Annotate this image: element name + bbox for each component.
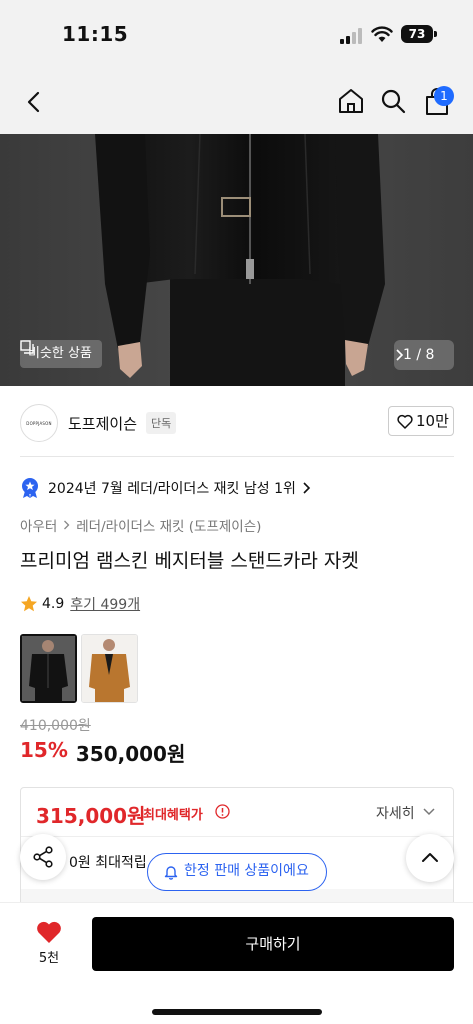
medal-icon bbox=[22, 478, 38, 498]
battery-cap bbox=[434, 31, 437, 37]
rating-score: 4.9 bbox=[42, 596, 65, 612]
bottom-purchase-bar: 5천 구매하기 bbox=[0, 902, 473, 1024]
max-benefit-header[interactable]: 315,000원 최대혜택가 자세히 bbox=[21, 788, 453, 836]
limited-sale-label: 한정 판매 상품이에요 bbox=[184, 863, 309, 879]
product-title: 프리미엄 램스킨 베지터블 스탠드카라 자켓 bbox=[20, 550, 359, 572]
product-image-carousel[interactable]: 비슷한 상품 1 / 8 bbox=[0, 134, 473, 386]
similar-products-button[interactable]: 비슷한 상품 bbox=[20, 340, 102, 368]
search-icon[interactable] bbox=[380, 88, 406, 114]
brand-logo[interactable]: DOPPJASON bbox=[20, 404, 58, 442]
color-option-black[interactable] bbox=[20, 634, 77, 703]
buy-button[interactable]: 구매하기 bbox=[92, 917, 454, 971]
cellular-signal-icon bbox=[340, 28, 362, 44]
discount-rate: 15% bbox=[20, 738, 68, 762]
battery-icon: 73 bbox=[401, 25, 433, 43]
status-bar: 11:15 73 bbox=[0, 0, 473, 70]
thumbnail-brown-jacket bbox=[82, 635, 137, 702]
sale-price-row: 15% 350,000원 bbox=[20, 738, 185, 767]
rating-row: 4.9 후기 499개 bbox=[20, 594, 140, 614]
heart-filled-icon[interactable] bbox=[36, 920, 62, 944]
sale-price: 350,000원 bbox=[75, 742, 186, 766]
breadcrumb-subcategory[interactable]: 레더/라이더스 재킷 (도프제이슨) bbox=[76, 515, 261, 535]
max-benefit-label: 최대혜택가 bbox=[143, 808, 203, 823]
cart-count-badge: 1 bbox=[434, 86, 454, 106]
ranking-text: 2024년 7월 레더/라이더스 재킷 남성 1위 bbox=[48, 481, 296, 497]
exclusive-badge: 단독 bbox=[146, 412, 177, 434]
original-price: 410,000원 bbox=[20, 718, 91, 734]
brand-row: DOPPJASON 도프제이슨 단독 10만 bbox=[0, 386, 473, 458]
share-button[interactable] bbox=[20, 834, 66, 880]
max-benefit-price: 315,000원 bbox=[36, 804, 146, 828]
status-time: 11:15 bbox=[62, 22, 129, 46]
brand-like-count: 10만 bbox=[416, 412, 449, 430]
info-icon[interactable] bbox=[215, 804, 230, 819]
max-points-text: 0원 최대적립 bbox=[69, 855, 147, 871]
share-icon bbox=[33, 846, 53, 868]
chevron-up-icon bbox=[422, 853, 438, 862]
scroll-top-button[interactable] bbox=[406, 834, 454, 882]
color-option-brown[interactable] bbox=[81, 634, 138, 703]
limited-sale-pill[interactable]: 한정 판매 상품이에요 bbox=[147, 853, 327, 891]
divider bbox=[20, 456, 454, 457]
star-icon bbox=[21, 596, 37, 612]
wifi-icon bbox=[371, 26, 393, 42]
review-count-link[interactable]: 후기 499개 bbox=[70, 594, 140, 614]
brand-like-button[interactable]: 10만 bbox=[388, 406, 454, 436]
image-pager-label: 1 / 8 bbox=[403, 347, 435, 363]
back-arrow-icon[interactable] bbox=[22, 90, 46, 114]
product-like-count: 5천 bbox=[38, 951, 60, 966]
stack-icon bbox=[20, 340, 34, 354]
thumbnail-black-jacket bbox=[22, 636, 75, 701]
image-pager[interactable]: 1 / 8 bbox=[394, 340, 454, 370]
ranking-link[interactable]: 2024년 7월 레더/라이더스 재킷 남성 1위 bbox=[20, 476, 311, 500]
similar-products-label: 비슷한 상품 bbox=[28, 346, 92, 361]
benefit-detail-toggle[interactable]: 자세히 bbox=[376, 803, 415, 823]
chevron-right-icon bbox=[64, 520, 70, 530]
divider bbox=[21, 836, 453, 837]
top-nav: 1 bbox=[0, 70, 473, 134]
breadcrumb-category[interactable]: 아우터 bbox=[20, 515, 57, 535]
brand-name[interactable]: 도프제이슨 bbox=[68, 413, 137, 434]
breadcrumb: 아우터 레더/라이더스 재킷 (도프제이슨) bbox=[20, 515, 261, 535]
heart-outline-icon bbox=[397, 414, 413, 429]
chevron-down-icon bbox=[423, 808, 435, 816]
home-icon[interactable] bbox=[337, 87, 365, 115]
chevron-right-icon bbox=[303, 482, 310, 494]
bell-icon bbox=[164, 866, 178, 880]
chevron-right-icon bbox=[396, 349, 404, 361]
home-indicator bbox=[152, 1009, 322, 1015]
